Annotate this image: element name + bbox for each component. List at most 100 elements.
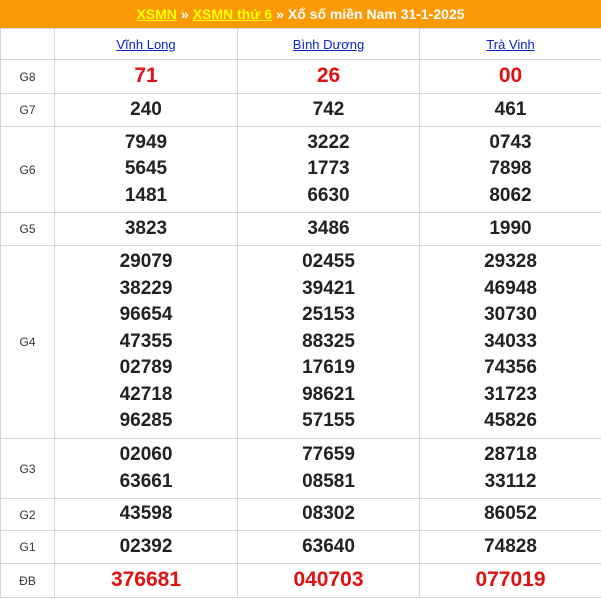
- prize-cell: 43598: [54, 498, 238, 531]
- prize-cell: 00: [419, 59, 601, 94]
- winning-number: 38229: [119, 277, 173, 299]
- results-page: XSMN » XSMN thứ 6 » Xổ số miền Nam 31-1-…: [0, 0, 601, 599]
- prize-label: G3: [0, 438, 55, 499]
- winning-number: 33112: [484, 470, 537, 492]
- xsmn-friday-link[interactable]: XSMN thứ 6: [193, 6, 272, 22]
- prize-row-g3: G3 02060 63661 77659 08581 28718 33112: [0, 438, 601, 499]
- province-link-binh-duong[interactable]: Bình Dương: [293, 37, 364, 52]
- winning-number: 74356: [484, 357, 537, 379]
- winning-number: 29079: [119, 251, 173, 273]
- winning-number: 077019: [475, 568, 546, 592]
- province-header-row: Vĩnh Long Bình Dương Trà Vinh: [0, 28, 601, 60]
- winning-number: 45826: [484, 410, 537, 432]
- xsmn-link[interactable]: XSMN: [136, 6, 176, 22]
- winning-number: 57155: [302, 410, 355, 432]
- prize-row-g5: G5 3823 3486 1990: [0, 212, 601, 246]
- prize-cell: 077019: [419, 563, 601, 598]
- province-cell: Bình Dương: [237, 28, 420, 60]
- province-link-vinh-long[interactable]: Vĩnh Long: [116, 37, 175, 52]
- prize-cell: 376681: [54, 563, 238, 598]
- winning-number: 96285: [119, 410, 173, 432]
- winning-number: 74828: [484, 535, 537, 557]
- winning-number: 1481: [124, 184, 168, 206]
- winning-number: 6630: [307, 184, 350, 206]
- page-title: Xổ số miền Nam 31-1-2025: [287, 6, 465, 22]
- winning-number: 08581: [302, 470, 355, 492]
- prize-cell: 3222 1773 6630: [237, 126, 420, 213]
- winning-number: 86052: [484, 503, 537, 525]
- prize-cell: 0743 7898 8062: [419, 126, 601, 213]
- prize-row-g8: G8 71 26 00: [0, 59, 601, 94]
- breadcrumb-banner: XSMN » XSMN thứ 6 » Xổ số miền Nam 31-1-…: [0, 0, 601, 28]
- winning-number: 5645: [124, 158, 168, 180]
- winning-number: 376681: [110, 568, 182, 592]
- prize-cell: 461: [419, 93, 601, 127]
- winning-number: 08302: [302, 503, 355, 525]
- prize-row-g6: G6 7949 5645 1481 3222 1773 6630 0743 7898 8062: [0, 126, 601, 213]
- prize-cell: 86052: [419, 498, 601, 531]
- prize-cell: 08302: [237, 498, 420, 531]
- prize-cell: 3823: [54, 212, 238, 246]
- prize-cell: 02060 63661: [54, 438, 238, 499]
- winning-number: 63661: [119, 470, 173, 492]
- prize-row-g2: G2 43598 08302 86052: [0, 498, 601, 531]
- prize-row-g1: G1 02392 63640 74828: [0, 530, 601, 564]
- winning-number: 1990: [489, 217, 532, 239]
- prize-label: G5: [0, 212, 55, 246]
- winning-number: 71: [134, 64, 158, 88]
- prize-cell: 28718 33112: [419, 438, 601, 499]
- winning-number: 43598: [119, 503, 173, 525]
- winning-number: 28718: [484, 444, 537, 465]
- breadcrumb-separator: »: [180, 6, 189, 22]
- winning-number: 98621: [302, 383, 355, 405]
- winning-number: 3823: [124, 217, 168, 239]
- winning-number: 1773: [307, 158, 350, 180]
- prize-cell: 742: [237, 93, 420, 127]
- prize-label: G1: [0, 530, 55, 564]
- province-link-tra-vinh[interactable]: Trà Vinh: [486, 37, 534, 52]
- winning-number: 29328: [484, 251, 537, 273]
- winning-number: 77659: [302, 444, 355, 465]
- winning-number: 46948: [484, 277, 537, 299]
- winning-number: 88325: [302, 330, 355, 352]
- winning-number: 00: [498, 64, 523, 88]
- winning-number: 30730: [484, 304, 537, 326]
- winning-number: 42718: [119, 383, 173, 405]
- winning-number: 96654: [119, 304, 173, 326]
- breadcrumb-separator: »: [276, 6, 284, 22]
- prize-cell: 77659 08581: [237, 438, 420, 499]
- prize-label: ĐB: [0, 563, 55, 598]
- winning-number: 040703: [293, 568, 364, 592]
- prize-row-đb: ĐB 376681 040703 077019: [0, 563, 601, 598]
- winning-number: 25153: [302, 304, 355, 326]
- winning-number: 47355: [119, 330, 173, 352]
- prize-label: G6: [0, 126, 55, 213]
- winning-number: 34033: [484, 330, 537, 352]
- prize-cell: 29328 46948 30730 34033 74356 31723 45826: [419, 245, 601, 439]
- prize-cell: 71: [54, 59, 238, 94]
- winning-number: 3222: [307, 131, 350, 153]
- prize-label: G2: [0, 498, 55, 531]
- winning-number: 02455: [302, 251, 355, 273]
- province-cell: Vĩnh Long: [54, 28, 238, 60]
- winning-number: 02060: [119, 444, 173, 465]
- province-cell: Trà Vinh: [419, 28, 601, 60]
- prize-row-g7: G7 240 742 461: [0, 93, 601, 127]
- winning-number: 17619: [302, 357, 355, 379]
- prize-cell: 240: [54, 93, 238, 127]
- prize-cell: 02455 39421 25153 88325 17619 98621 57155: [237, 245, 420, 439]
- prize-cell: 02392: [54, 530, 238, 564]
- prize-cell: 7949 5645 1481: [54, 126, 238, 213]
- prize-cell: 1990: [419, 212, 601, 246]
- prize-label: G7: [0, 93, 55, 127]
- prize-label: G4: [0, 245, 55, 439]
- winning-number: 31723: [484, 383, 537, 405]
- winning-number: 02789: [119, 357, 173, 379]
- winning-number: 8062: [489, 184, 532, 206]
- winning-number: 0743: [489, 131, 532, 153]
- winning-number: 7898: [489, 158, 532, 180]
- prize-cell: 3486: [237, 212, 420, 246]
- winning-number: 742: [312, 98, 345, 120]
- prize-cell: 26: [237, 59, 420, 94]
- winning-number: 240: [130, 98, 162, 120]
